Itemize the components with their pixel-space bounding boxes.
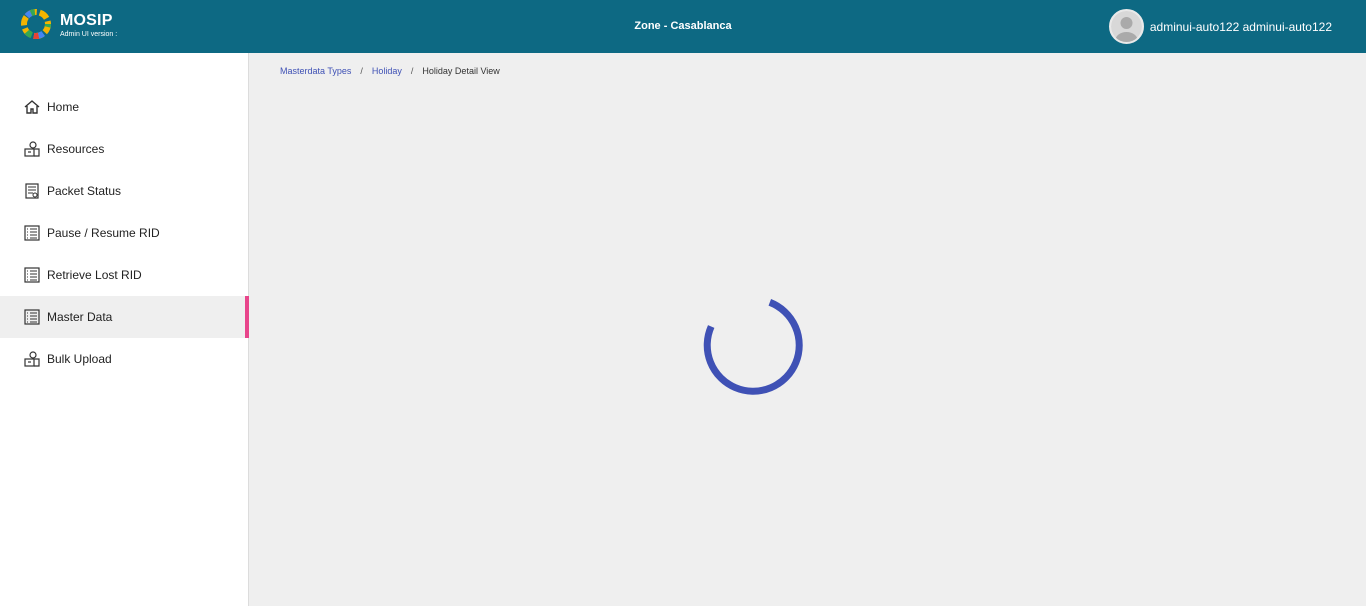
upload-icon bbox=[23, 350, 41, 368]
loading-spinner bbox=[701, 298, 803, 400]
packet-status-icon bbox=[23, 182, 41, 200]
resources-icon bbox=[23, 140, 41, 158]
sidebar-item-master-data[interactable]: Master Data bbox=[0, 296, 249, 338]
list-icon bbox=[23, 308, 41, 326]
breadcrumb-holiday[interactable]: Holiday bbox=[372, 66, 402, 76]
sidebar-nav: Home Resources Packet Status Pause / Res… bbox=[0, 86, 249, 380]
breadcrumb-separator: / bbox=[360, 66, 363, 76]
user-avatar-icon[interactable] bbox=[1108, 9, 1144, 44]
list-icon bbox=[23, 224, 41, 242]
sidebar: Home Resources Packet Status Pause / Res… bbox=[0, 53, 249, 606]
sidebar-item-resources[interactable]: Resources bbox=[0, 128, 249, 170]
breadcrumb: Masterdata Types / Holiday / Holiday Detail … bbox=[280, 66, 500, 76]
sidebar-item-label: Pause / Resume RID bbox=[47, 226, 160, 240]
user-name[interactable]: adminui-auto122 adminui-auto122 bbox=[1150, 20, 1332, 34]
sidebar-item-label: Packet Status bbox=[47, 184, 122, 198]
top-bar: MOSIP Admin UI version : Zone - Casablan… bbox=[0, 0, 1366, 53]
sidebar-item-label: Retrieve Lost RID bbox=[47, 268, 142, 282]
list-icon bbox=[23, 266, 41, 284]
sidebar-item-label: Home bbox=[47, 100, 80, 114]
breadcrumb-current: Holiday Detail View bbox=[422, 66, 500, 76]
breadcrumb-separator: / bbox=[410, 66, 414, 76]
sidebar-item-bulk-upload[interactable]: Bulk Upload bbox=[0, 338, 249, 380]
sidebar-item-packet-status[interactable]: Packet Status bbox=[0, 170, 249, 212]
breadcrumb-masterdata-types[interactable]: Masterdata Types bbox=[280, 66, 351, 76]
sidebar-item-pause-resume-rid[interactable]: Pause / Resume RID bbox=[0, 212, 249, 254]
sidebar-item-home[interactable]: Home bbox=[0, 86, 249, 128]
sidebar-item-label: Master Data bbox=[47, 310, 113, 324]
sidebar-item-label: Resources bbox=[47, 142, 105, 156]
home-icon bbox=[23, 98, 41, 116]
user-menu[interactable]: adminui-auto122 adminui-auto122 bbox=[1108, 9, 1332, 44]
sidebar-item-retrieve-lost-rid[interactable]: Retrieve Lost RID bbox=[0, 254, 249, 296]
sidebar-item-label: Bulk Upload bbox=[47, 352, 112, 366]
